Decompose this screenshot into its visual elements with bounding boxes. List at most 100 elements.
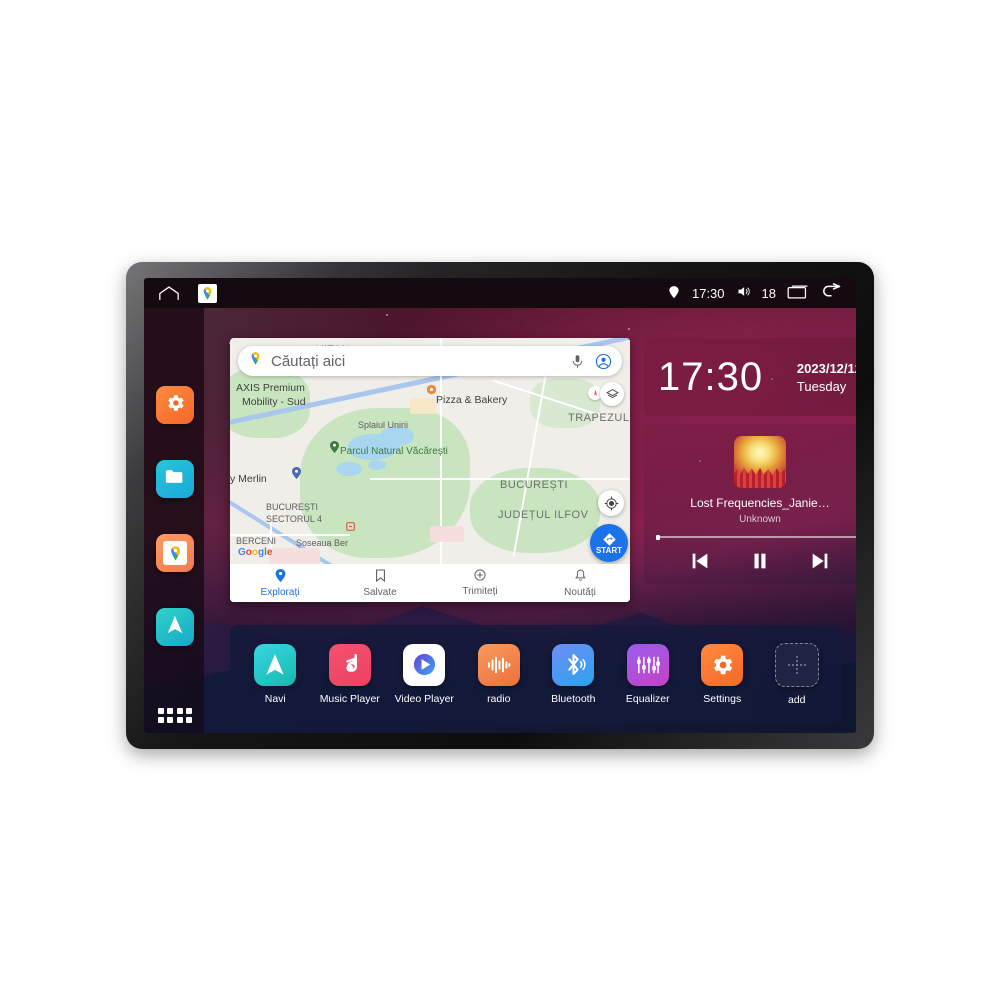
poi-marker-pizza[interactable]	[426, 382, 437, 400]
map-label: Pizza & Bakery	[436, 394, 508, 406]
poi-marker-merlin[interactable]	[292, 466, 301, 484]
map-nav-label: Trimiteți	[462, 586, 498, 597]
album-art[interactable]	[734, 436, 786, 488]
map-label: Șoseaua Ber	[296, 538, 349, 548]
map-label: Mobility - Sud	[242, 396, 306, 408]
account-circle-icon[interactable]	[594, 352, 612, 370]
dock-app-equalizer[interactable]: Equalizer	[613, 643, 683, 705]
dock-app-label: radio	[487, 692, 511, 705]
clock-time: 17:30	[658, 355, 764, 399]
music-note-icon	[328, 643, 371, 686]
app-drawer-button[interactable]	[158, 708, 192, 723]
bookmark-icon	[375, 568, 386, 585]
dock-app-video-player[interactable]: Video Player	[389, 643, 459, 705]
bell-icon	[574, 568, 586, 585]
next-track-icon[interactable]	[809, 550, 831, 577]
pause-icon[interactable]	[749, 550, 771, 577]
map-label: BERCENI	[236, 536, 277, 546]
map-label: BUCUREȘTI	[266, 502, 319, 512]
app-dock: Navi Music Player Video Player radio Bluetoo…	[230, 625, 842, 723]
waveform-icon	[477, 643, 520, 686]
volume-level: 18	[761, 285, 776, 301]
equalizer-icon	[626, 643, 669, 686]
dock-app-radio[interactable]: radio	[464, 643, 534, 705]
status-time: 17:30	[691, 285, 725, 301]
dock-app-label: add	[787, 693, 806, 706]
map-nav-item-trimiteți[interactable]: Trimiteți	[430, 564, 530, 602]
send-plus-icon	[474, 569, 486, 584]
map-layers-button[interactable]	[600, 382, 624, 406]
map-bottom-nav: Explorați Salvate Trimiteți Noutăți	[230, 564, 630, 602]
google-maps-card[interactable]: VITANAXIS PremiumMobility - SudPizza & B…	[230, 338, 630, 602]
map-label: AXIS Premium	[236, 382, 305, 394]
map-nav-item-explorați[interactable]: Explorați	[230, 564, 330, 602]
clock-widget[interactable]: 17:30 2023/12/12 Tuesday	[644, 338, 856, 416]
dock-app-label: Navi	[264, 692, 286, 705]
location-pin-icon	[275, 568, 286, 585]
map-search-placeholder[interactable]: Căutați aici	[271, 353, 560, 370]
traffic-incident-icon[interactable]	[346, 518, 355, 536]
map-nav-label: Noutăți	[564, 586, 596, 598]
music-player-widget[interactable]: Lost Frequencies_Janie… Unknown	[644, 424, 856, 584]
map-label: BUCUREȘTI	[500, 479, 569, 491]
dock-app-bluetooth[interactable]: Bluetooth	[538, 643, 608, 705]
music-track-title: Lost Frequencies_Janie…	[690, 496, 830, 510]
dock-app-add[interactable]: add	[762, 642, 832, 706]
dock-app-music-player[interactable]: Music Player	[315, 643, 385, 705]
plus-icon	[774, 642, 819, 687]
dock-app-label: Bluetooth	[551, 692, 596, 705]
map-nav-label: Explorați	[260, 586, 300, 598]
home-icon[interactable]	[158, 285, 180, 301]
navigation-arrow-icon	[164, 614, 186, 641]
dock-app-label: Video Player	[394, 692, 454, 705]
screenshot-stage: 17:30 18 AXIS Premium Mobility - Sud Piz…	[0, 0, 1000, 1000]
volume-icon[interactable]	[736, 284, 751, 302]
car-head-unit-device: 17:30 18 AXIS Premium Mobility - Sud Piz…	[126, 262, 874, 749]
play-circle-icon	[403, 643, 446, 686]
rail-item-settings[interactable]	[156, 386, 194, 424]
dock-app-label: Equalizer	[625, 692, 670, 705]
music-track-artist: Unknown	[739, 514, 781, 525]
previous-track-icon[interactable]	[689, 550, 711, 577]
map-label: JUDEȚUL ILFOV	[498, 509, 589, 521]
map-nav-item-salvate[interactable]: Salvate	[330, 564, 430, 602]
maps-pin-icon	[163, 541, 187, 565]
dock-app-label: Settings	[703, 692, 742, 705]
map-nav-item-noutăți[interactable]: Noutăți	[530, 564, 630, 602]
my-location-button[interactable]	[598, 490, 624, 516]
gear-icon	[164, 392, 186, 419]
recent-apps-icon[interactable]	[787, 284, 809, 303]
rail-item-google-maps[interactable]	[156, 534, 194, 572]
map-start-label: START	[595, 545, 623, 555]
left-app-rail	[144, 308, 204, 733]
poi-marker-park[interactable]	[330, 440, 339, 458]
folder-icon	[164, 467, 186, 491]
clock-weekday: Tuesday	[796, 378, 847, 394]
music-progress-bar[interactable]	[656, 534, 856, 540]
gps-location-icon	[667, 285, 681, 302]
rail-item-file-manager[interactable]	[156, 460, 194, 498]
map-search-bar[interactable]: Căutați aici	[238, 346, 622, 376]
rail-item-navigation[interactable]	[156, 608, 194, 646]
map-canvas[interactable]	[230, 338, 630, 602]
map-label: Splaiul Unirii	[358, 420, 409, 430]
dock-app-settings[interactable]: Settings	[687, 643, 757, 705]
maps-pin-icon	[248, 351, 263, 371]
device-screen: 17:30 18 AXIS Premium Mobility - Sud Piz…	[144, 278, 856, 733]
microphone-icon[interactable]	[568, 352, 586, 370]
google-maps-icon[interactable]	[198, 283, 217, 303]
map-label: TRAPEZULU	[568, 412, 630, 424]
dock-app-navi[interactable]: Navi	[240, 643, 310, 705]
back-arrow-icon[interactable]	[820, 283, 842, 303]
map-nav-label: Salvate	[363, 586, 397, 598]
navigation-arrow-icon	[254, 643, 297, 686]
gear-icon	[701, 643, 744, 686]
status-bar: 17:30 18	[144, 278, 856, 308]
map-start-navigation-button[interactable]: START	[590, 524, 628, 562]
map-label: y Merlin	[230, 473, 267, 485]
google-attribution: Google	[238, 547, 273, 558]
clock-date: 2023/12/12	[796, 360, 856, 376]
dock-app-label: Music Player	[319, 692, 380, 705]
map-label: SECTORUL 4	[266, 514, 323, 524]
map-label: Parcul Natural Văcărești	[340, 446, 448, 457]
